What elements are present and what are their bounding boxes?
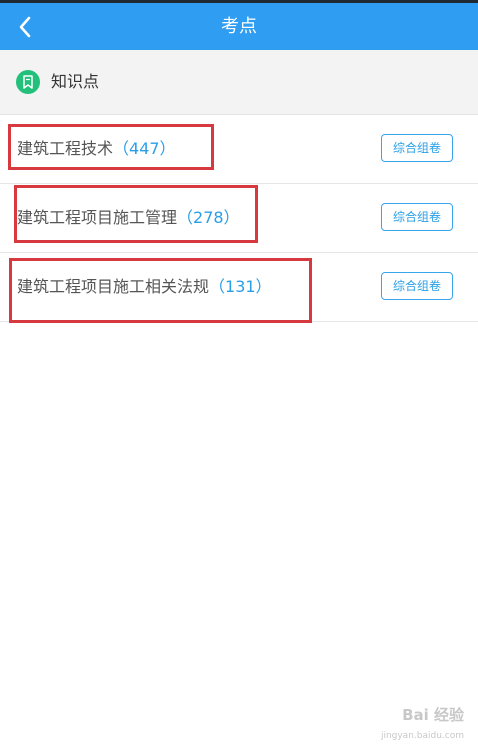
topic-row-regulations[interactable]: 建筑工程项目施工相关法规（131） 综合组卷 — [0, 253, 478, 322]
topic-name: 建筑工程技术 — [17, 139, 114, 158]
top-app-bar: 考点 — [0, 3, 478, 50]
topic-row-technology[interactable]: 建筑工程技术（447） 综合组卷 — [0, 115, 478, 184]
topic-count: （131） — [209, 277, 272, 296]
watermark: Bai 经验 jingyan.baidu.com — [334, 706, 464, 742]
compose-exam-button[interactable]: 综合组卷 — [381, 203, 453, 231]
chevron-left-icon — [19, 16, 31, 38]
watermark-url: jingyan.baidu.com — [380, 731, 464, 741]
bookmark-icon — [16, 70, 40, 94]
topic-count: （278） — [177, 208, 240, 227]
watermark-brand: Bai 经验 — [402, 706, 464, 724]
topic-name: 建筑工程项目施工相关法规 — [17, 277, 210, 296]
topic-label: 建筑工程项目施工相关法规（131） — [17, 275, 272, 299]
section-header: 知识点 — [0, 50, 478, 115]
topic-label: 建筑工程项目施工管理（278） — [17, 206, 240, 230]
compose-exam-button[interactable]: 综合组卷 — [381, 134, 453, 162]
section-title: 知识点 — [51, 72, 100, 91]
compose-exam-button[interactable]: 综合组卷 — [381, 272, 453, 300]
page-title: 考点 — [221, 16, 257, 37]
topic-name: 建筑工程项目施工管理 — [17, 208, 178, 227]
topic-label: 建筑工程技术（447） — [17, 137, 176, 161]
topic-row-management[interactable]: 建筑工程项目施工管理（278） 综合组卷 — [0, 184, 478, 253]
topic-count: （447） — [113, 139, 176, 158]
back-button[interactable] — [6, 7, 44, 47]
topic-list: 建筑工程技术（447） 综合组卷 建筑工程项目施工管理（278） 综合组卷 建筑… — [0, 115, 478, 322]
